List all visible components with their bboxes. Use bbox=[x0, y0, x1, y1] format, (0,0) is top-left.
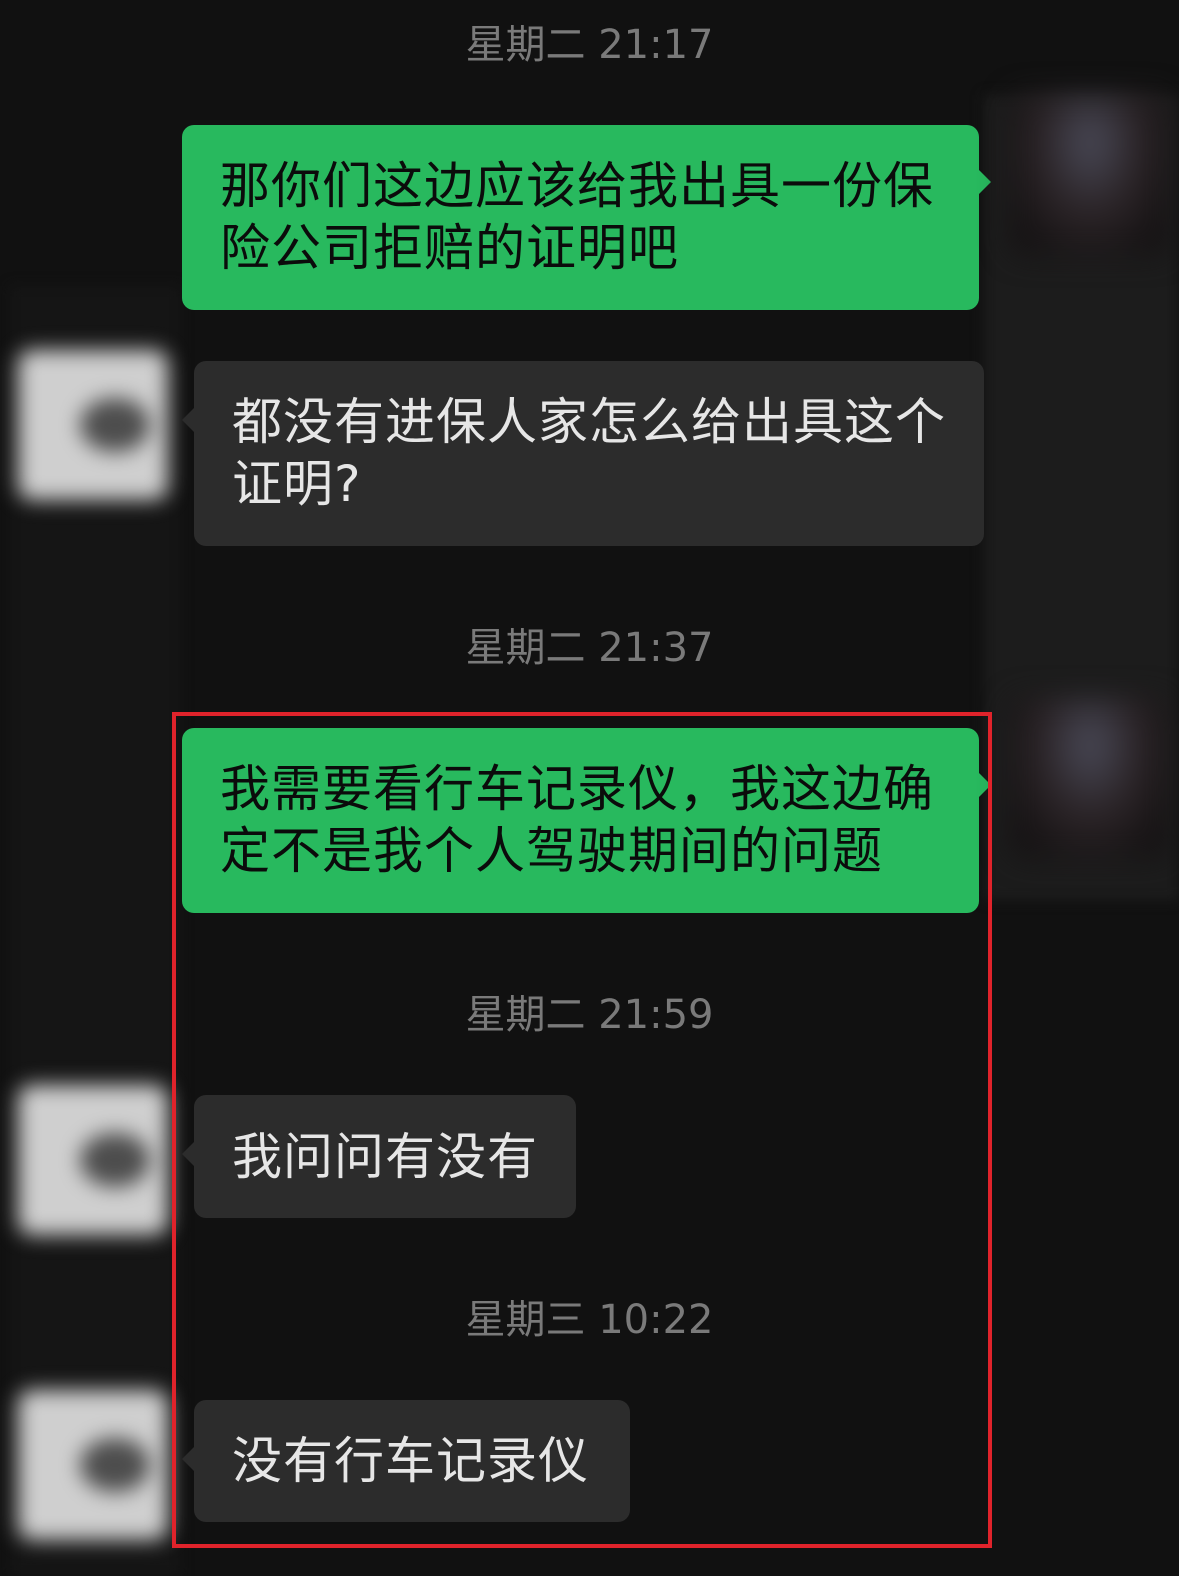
bubble-tail bbox=[979, 170, 991, 194]
bubble-tail bbox=[979, 773, 991, 797]
message-bubble-incoming[interactable]: 都没有进保人家怎么给出具这个 证明? bbox=[194, 361, 984, 546]
contact-avatar-icon[interactable] bbox=[18, 1390, 168, 1540]
timestamp: 星期二 21:59 bbox=[465, 992, 714, 1038]
timestamp: 星期二 21:37 bbox=[465, 625, 714, 671]
timestamp: 星期三 10:22 bbox=[465, 1297, 714, 1343]
contact-avatar-icon[interactable] bbox=[18, 350, 168, 500]
my-avatar-icon[interactable] bbox=[1010, 698, 1170, 858]
bubble-tail bbox=[182, 1447, 194, 1471]
timestamp: 星期二 21:17 bbox=[465, 22, 714, 68]
message-bubble-incoming[interactable]: 我问问有没有 bbox=[194, 1095, 576, 1218]
my-avatar-icon[interactable] bbox=[1010, 95, 1170, 255]
contact-avatar-icon[interactable] bbox=[18, 1085, 168, 1235]
bubble-tail bbox=[182, 408, 194, 432]
bubble-tail bbox=[182, 1142, 194, 1166]
message-bubble-outgoing[interactable]: 那你们这边应该给我出具一份保 险公司拒赔的证明吧 bbox=[182, 125, 979, 310]
message-bubble-outgoing[interactable]: 我需要看行车记录仪，我这边确 定不是我个人驾驶期间的问题 bbox=[182, 728, 979, 913]
message-bubble-incoming[interactable]: 没有行车记录仪 bbox=[194, 1400, 630, 1522]
